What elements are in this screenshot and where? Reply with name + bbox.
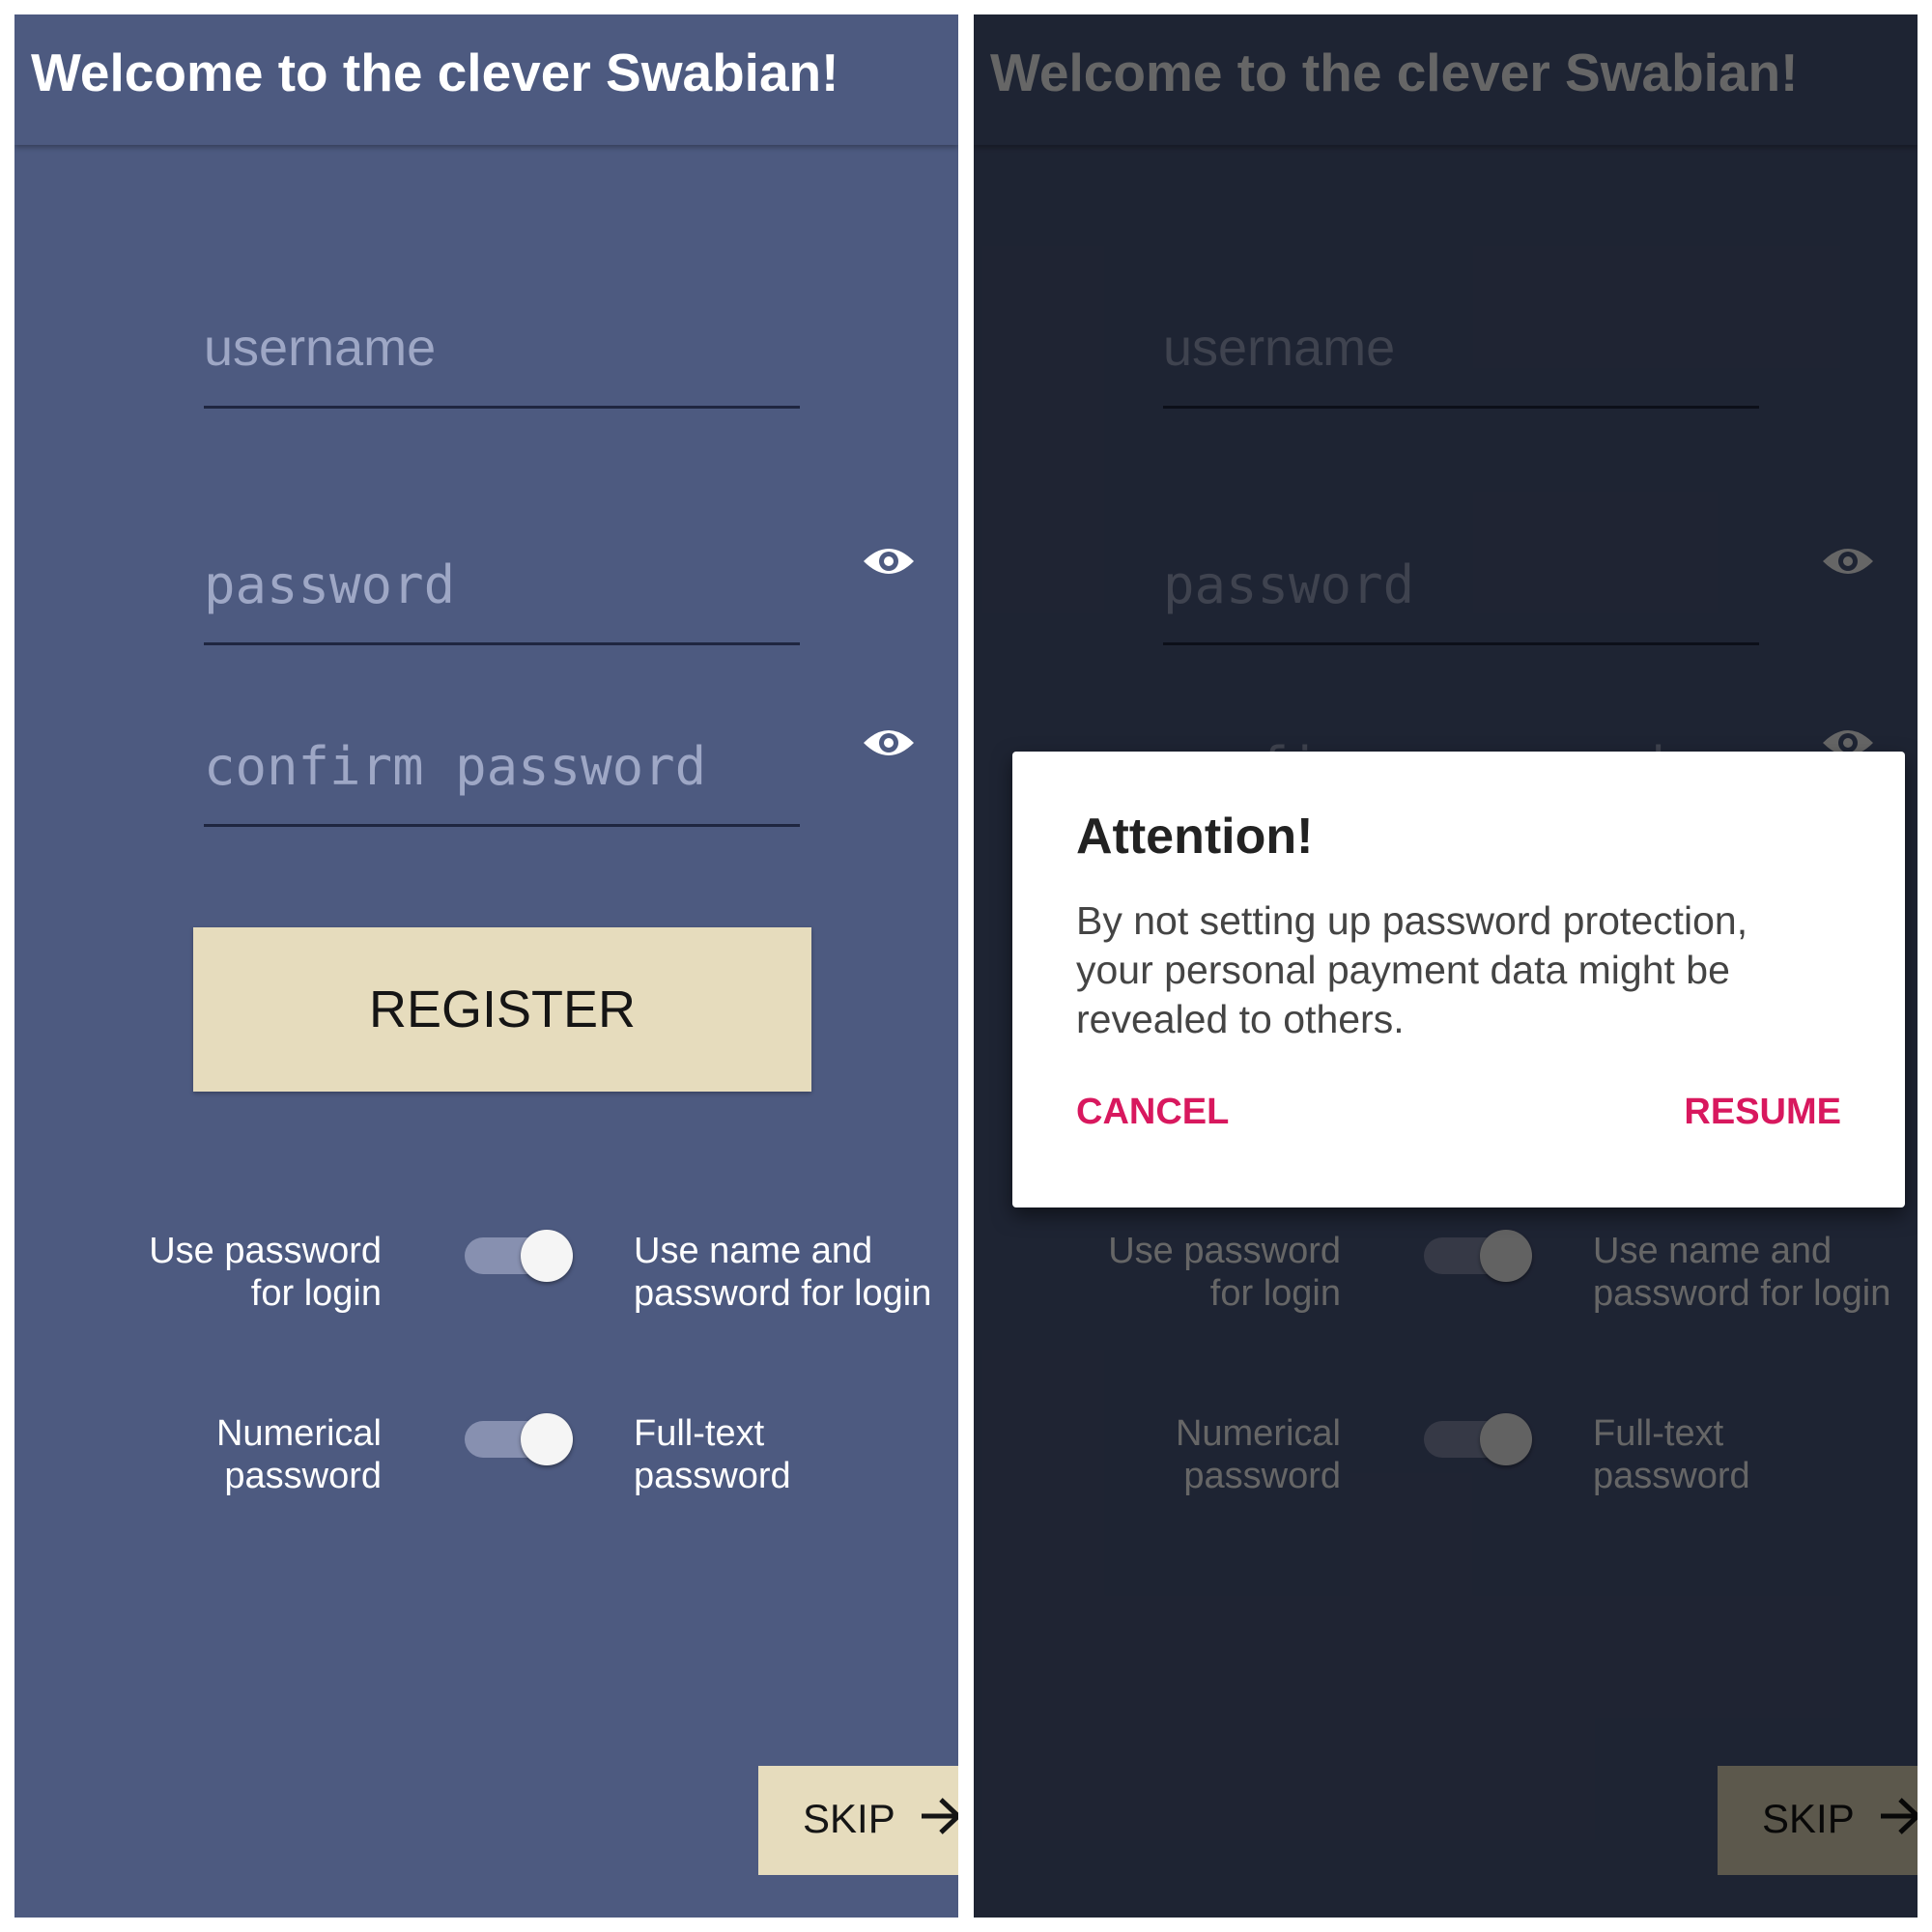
skip-button[interactable]: SKIP	[758, 1766, 958, 1875]
label-line: Numerical	[215, 1413, 382, 1454]
register-button[interactable]: REGISTER	[193, 927, 811, 1092]
registration-screen: Welcome to the clever Swabian! REGISTER …	[14, 14, 958, 1918]
skip-label: SKIP	[803, 1795, 895, 1841]
registration-screen-with-dialog: Welcome to the clever Swabian! REGISTER …	[974, 14, 1918, 1918]
toggle-thumb	[521, 1230, 573, 1282]
login-mode-left-label: Use password for login	[14, 1230, 382, 1315]
cancel-button[interactable]: CANCEL	[1076, 1092, 1229, 1133]
eye-icon[interactable]	[862, 544, 916, 579]
login-mode-toggle[interactable]	[465, 1226, 573, 1284]
confirm-password-field	[204, 698, 800, 827]
confirm-password-input[interactable]	[204, 698, 800, 827]
resume-button[interactable]: RESUME	[1684, 1092, 1841, 1133]
password-type-toggle[interactable]	[465, 1409, 573, 1467]
label-line: Use name and	[634, 1231, 873, 1271]
username-input[interactable]	[204, 280, 800, 409]
label-line: Full-text	[634, 1413, 765, 1454]
attention-dialog: Attention! By not setting up password pr…	[1012, 752, 1905, 1208]
toggle-thumb	[521, 1413, 573, 1465]
login-mode-right-label: Use name and password for login	[634, 1230, 952, 1315]
arrow-right-icon	[920, 1797, 958, 1845]
dialog-message-line: your personal payment data might be	[1076, 948, 1730, 992]
app-bar: Welcome to the clever Swabian!	[14, 14, 958, 145]
password-input[interactable]	[204, 517, 800, 645]
app-title: Welcome to the clever Swabian!	[31, 43, 839, 102]
label-line: Use password	[149, 1231, 382, 1271]
dialog-message-line: revealed to others.	[1076, 997, 1405, 1041]
label-line: for login	[250, 1273, 382, 1314]
label-line: password for login	[634, 1273, 932, 1314]
eye-icon[interactable]	[862, 725, 916, 760]
password-type-right-label: Full-text password	[634, 1412, 952, 1497]
label-line: password	[634, 1456, 791, 1496]
password-type-left-label: Numerical password	[14, 1412, 382, 1497]
password-field	[204, 517, 800, 645]
username-field	[204, 280, 800, 409]
dialog-message-line: By not setting up password protection,	[1076, 898, 1748, 943]
dialog-message: By not setting up password protection, y…	[1076, 896, 1849, 1044]
label-line: password	[224, 1456, 382, 1496]
dialog-title: Attention!	[1076, 809, 1314, 865]
